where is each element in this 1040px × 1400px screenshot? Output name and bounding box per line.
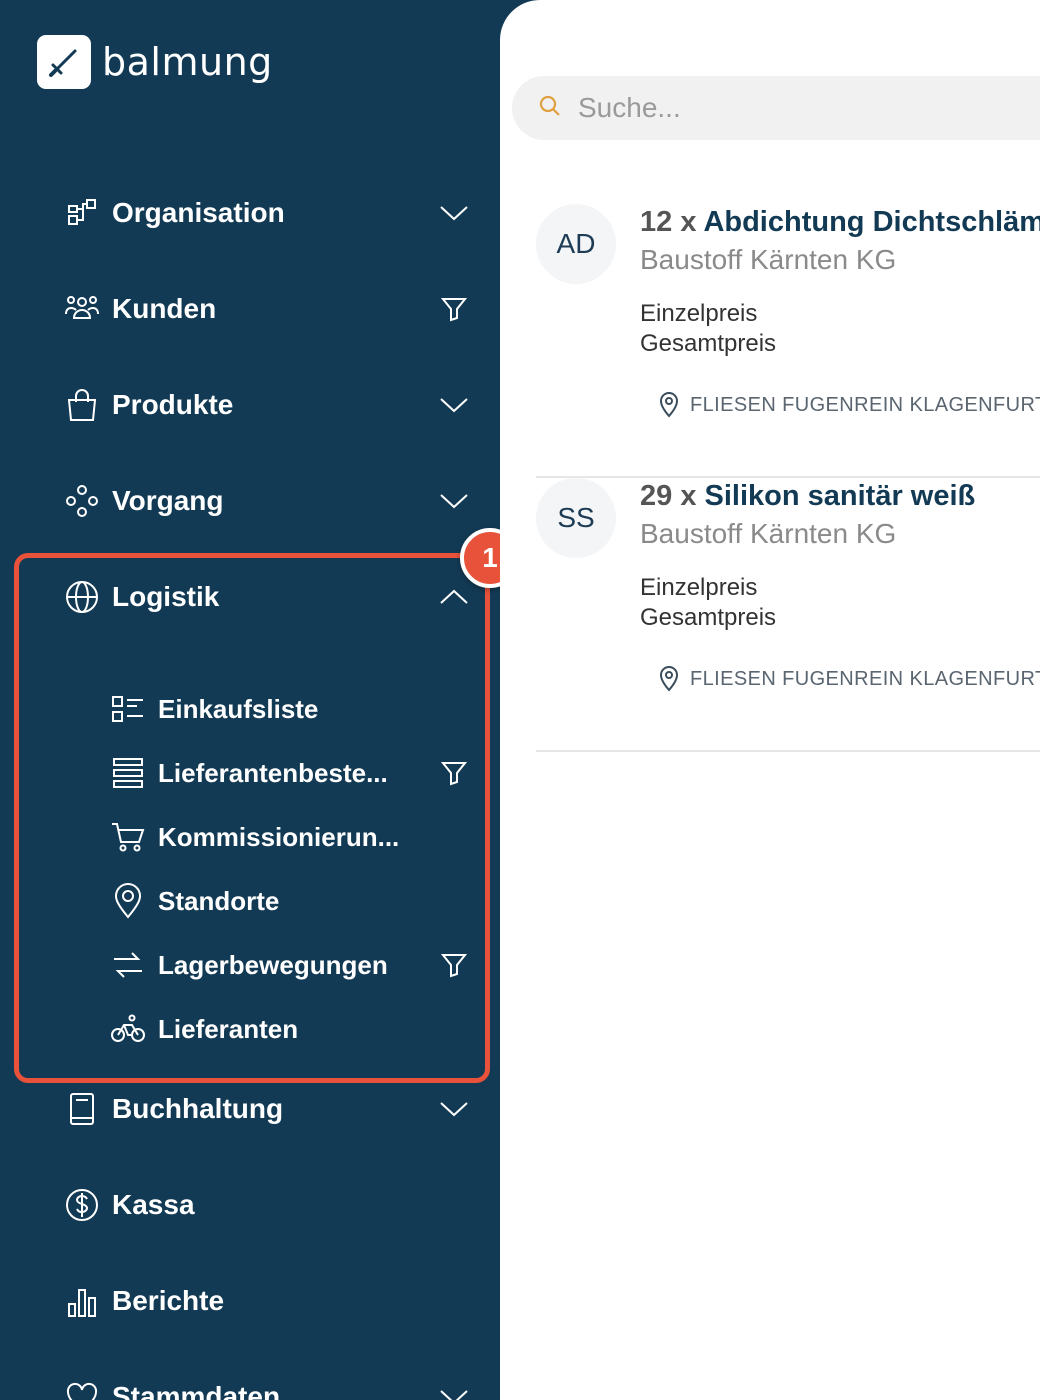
- sidebar-item-label: Kassa: [112, 1189, 195, 1220]
- order-location-text: FLIESEN FUGENREIN KLAGENFURT G: [690, 667, 1040, 690]
- location-pin-icon: [659, 666, 679, 692]
- workflow-icon: [62, 481, 102, 521]
- sidebar-item-berichte[interactable]: Berichte: [62, 1276, 472, 1326]
- sidebar-item-produkte[interactable]: Produkte: [62, 380, 472, 430]
- order-item[interactable]: AD 12 x Abdichtung Dichtschlämm Baustoff…: [536, 204, 1040, 478]
- dollar-circle-icon: [62, 1185, 102, 1225]
- heart-icon: [62, 1377, 102, 1400]
- unit-price-label: Einzelpreis: [640, 300, 758, 327]
- order-location-text: FLIESEN FUGENREIN KLAGENFURT G: [690, 393, 1040, 416]
- search-bar[interactable]: [512, 76, 1040, 140]
- avatar: SS: [536, 478, 616, 558]
- sidebar-item-label: Lieferanten: [158, 1013, 299, 1044]
- sidebar-item-label: Standorte: [158, 885, 280, 916]
- order-product: Abdichtung Dichtschlämm: [703, 206, 1040, 238]
- sidebar-subitem-standorte[interactable]: Standorte: [108, 877, 472, 925]
- sword-logo-icon: [37, 35, 91, 89]
- sidebar-item-vorgang[interactable]: Vorgang: [62, 476, 472, 526]
- order-title: 29 x Silikon sanitär weiß: [640, 480, 975, 513]
- shopping-bag-icon: [62, 385, 102, 425]
- sidebar-subitem-einkaufsliste[interactable]: Einkaufsliste: [108, 685, 472, 733]
- order-title: 12 x Abdichtung Dichtschlämm: [640, 206, 1040, 239]
- chevron-down-icon[interactable]: [436, 387, 472, 423]
- search-input[interactable]: [578, 92, 978, 124]
- sidebar: balmung Organisation Kunden Produkte Vor…: [0, 0, 520, 1400]
- order-qty: 12 x: [640, 206, 697, 238]
- order-product: Silikon sanitär weiß: [704, 480, 976, 512]
- location-pin-icon: [108, 881, 148, 921]
- users-icon: [62, 289, 102, 329]
- filter-icon[interactable]: [436, 291, 472, 327]
- sidebar-item-label: Lagerbewegungen: [158, 949, 388, 980]
- chevron-down-icon[interactable]: [436, 195, 472, 231]
- filter-icon[interactable]: [436, 755, 472, 791]
- unit-price-label: Einzelpreis: [640, 574, 758, 601]
- avatar: AD: [536, 204, 616, 284]
- sidebar-item-label: Stammdaten: [112, 1381, 281, 1400]
- sidebar-item-kunden[interactable]: Kunden: [62, 284, 472, 334]
- sidebar-item-logistik[interactable]: Logistik: [62, 572, 472, 622]
- sidebar-subitem-lagerbewegungen[interactable]: Lagerbewegungen: [108, 941, 472, 989]
- total-price-label: Gesamtpreis: [640, 330, 777, 357]
- order-supplier: Baustoff Kärnten KG: [640, 518, 897, 549]
- bicycle-icon: [108, 1009, 148, 1049]
- order-location: FLIESEN FUGENREIN KLAGENFURT G: [658, 392, 1040, 418]
- sidebar-item-label: Lieferantenbeste...: [158, 757, 388, 788]
- location-pin-icon: [659, 392, 679, 418]
- sidebar-item-label: Produkte: [112, 389, 234, 420]
- logo[interactable]: balmung: [37, 35, 273, 89]
- sidebar-item-label: Kunden: [112, 293, 217, 324]
- chevron-down-icon[interactable]: [436, 1091, 472, 1127]
- filter-icon[interactable]: [436, 947, 472, 983]
- cart-icon: [108, 817, 148, 857]
- book-icon: [62, 1089, 102, 1129]
- sidebar-item-label: Buchhaltung: [112, 1093, 284, 1124]
- order-supplier: Baustoff Kärnten KG: [640, 244, 897, 275]
- sidebar-item-kassa[interactable]: Kassa: [62, 1180, 472, 1230]
- transfer-arrows-icon: [108, 945, 148, 985]
- list-icon: [108, 689, 148, 729]
- sidebar-item-buchhaltung[interactable]: Buchhaltung: [62, 1084, 472, 1134]
- order-qty: 29 x: [640, 480, 697, 512]
- sidebar-item-stammdaten[interactable]: Stammdaten: [62, 1372, 472, 1400]
- sidebar-item-label: Organisation: [112, 197, 285, 228]
- main-content: AD 12 x Abdichtung Dichtschlämm Baustoff…: [500, 0, 1040, 1400]
- sidebar-subitem-kommissionierung[interactable]: Kommissionierun...: [108, 813, 472, 861]
- sidebar-item-organisation[interactable]: Organisation: [62, 188, 472, 238]
- sidebar-item-label: Einkaufsliste: [158, 693, 319, 724]
- chevron-down-icon[interactable]: [436, 483, 472, 519]
- chevron-up-icon[interactable]: [436, 579, 472, 615]
- sidebar-item-label: Berichte: [112, 1285, 225, 1316]
- rows-icon: [108, 753, 148, 793]
- sidebar-subitem-lieferanten[interactable]: Lieferanten: [108, 1005, 472, 1053]
- order-item[interactable]: SS 29 x Silikon sanitär weiß Baustoff Kä…: [536, 478, 1040, 752]
- org-chart-icon: [62, 193, 102, 233]
- app-name: balmung: [102, 40, 273, 84]
- sidebar-item-label: Vorgang: [112, 485, 224, 516]
- total-price-label: Gesamtpreis: [640, 604, 777, 631]
- sidebar-item-label: Logistik: [112, 581, 220, 612]
- search-icon: [538, 94, 562, 123]
- bar-chart-icon: [62, 1281, 102, 1321]
- order-location: FLIESEN FUGENREIN KLAGENFURT G: [658, 666, 1040, 692]
- chevron-down-icon[interactable]: [436, 1379, 472, 1400]
- globe-icon: [62, 577, 102, 617]
- sidebar-subitem-lieferantenbestellungen[interactable]: Lieferantenbeste...: [108, 749, 472, 797]
- sidebar-item-label: Kommissionierun...: [158, 821, 400, 852]
